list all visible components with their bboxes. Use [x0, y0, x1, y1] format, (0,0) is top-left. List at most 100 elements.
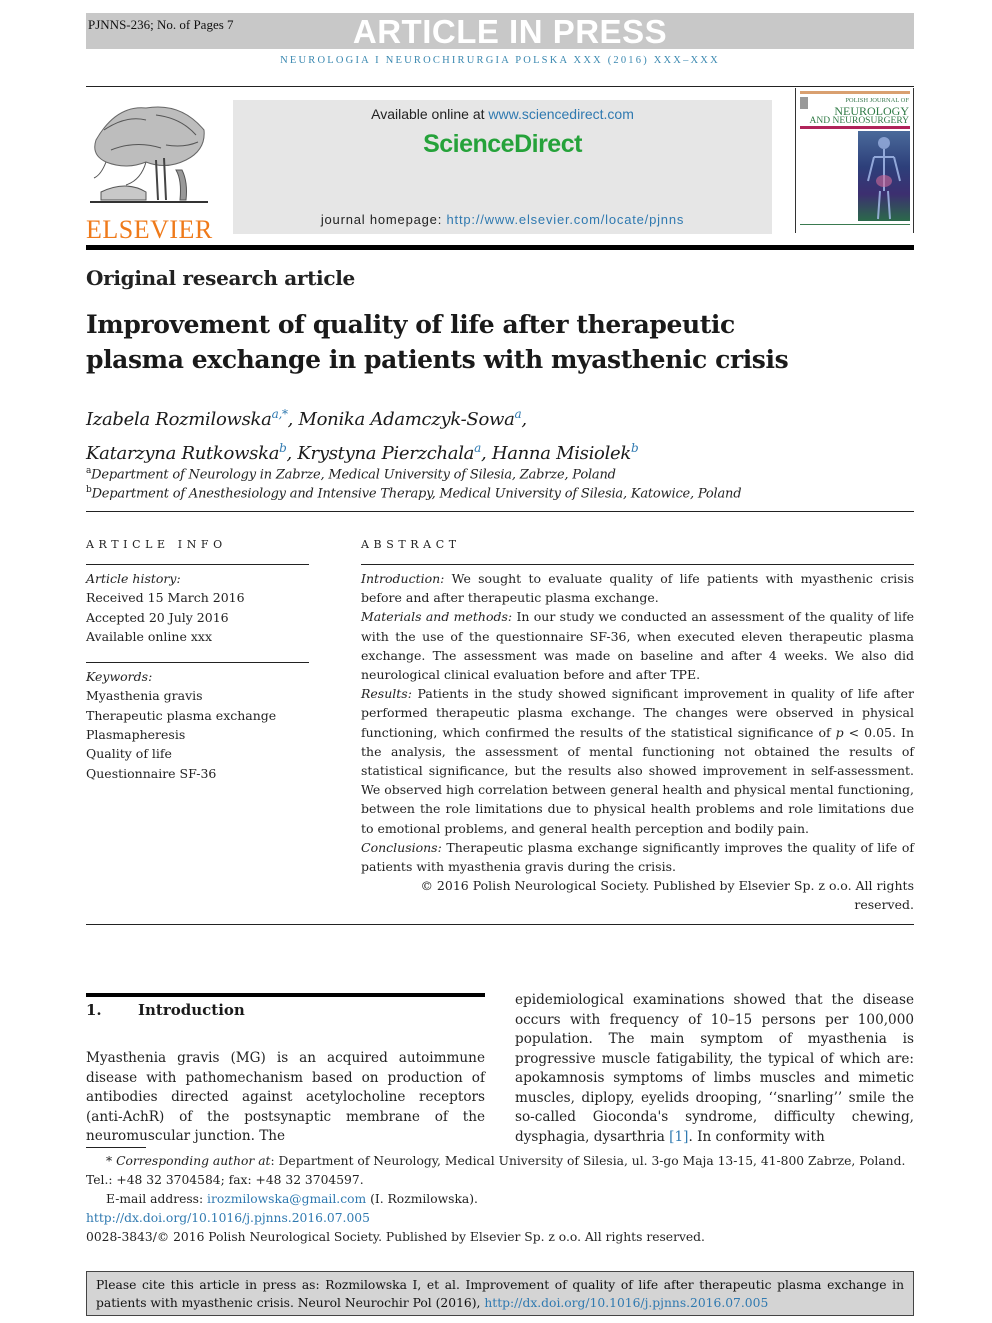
cover-anatomy-illustration — [858, 131, 910, 221]
keywords-divider — [86, 662, 309, 664]
author-separator: , — [287, 409, 299, 430]
contact-phone-fax: Tel.: +48 32 3704584; fax: +48 32 370459… — [86, 1173, 364, 1187]
author-name: Monika Adamczyk-Sowa — [298, 409, 515, 430]
header-top-divider — [86, 86, 914, 87]
abstract-label: Materials and methods: — [361, 609, 513, 625]
cover-top-strip — [800, 91, 910, 94]
header-bottom-divider — [86, 245, 914, 250]
journal-homepage-label: journal homepage: — [320, 212, 447, 227]
elsevier-tree-icon — [90, 106, 208, 203]
abstract-text: < 0.05. In the analysis, the assessment … — [361, 724, 915, 836]
doi-link[interactable]: http://dx.doi.org/10.1016/j.pjnns.2016.0… — [86, 1211, 370, 1225]
author-affiliation-marker[interactable]: a,* — [272, 407, 288, 421]
email-label: E-mail address: — [106, 1192, 208, 1206]
author-separator: , — [286, 443, 298, 464]
article-title: Improvement of quality of life after the… — [86, 307, 846, 377]
article-info-divider — [86, 564, 309, 565]
cover-bottom-line — [800, 224, 910, 225]
abstract-conclusions: Conclusions: Therapeutic plasma exchange… — [361, 838, 914, 876]
available-online-line: Available online at www.sciencedirect.co… — [233, 106, 772, 122]
abstract-heading: ABSTRACT — [361, 538, 461, 551]
abstract-label: Results: — [361, 686, 412, 702]
affiliations-divider — [86, 511, 914, 512]
abstract-introduction: Introduction: We sought to evaluate qual… — [361, 569, 914, 607]
email-line: E-mail address: irozmilowska@gmail.com (… — [86, 1190, 916, 1209]
cover-title-line2: NEUROLOGY — [834, 104, 909, 118]
journal-homepage-line: journal homepage: http://www.elsevier.co… — [233, 212, 772, 227]
affiliation-text: Department of Neurology in Zabrze, Medic… — [91, 467, 616, 483]
author-separator: , — [480, 443, 492, 464]
abstract-panel: ABSTRACT Introduction: We sought to eval… — [361, 538, 914, 915]
keywords-list: Keywords: Myasthenia gravis Therapeutic … — [86, 667, 309, 783]
cover-elsevier-mark — [800, 97, 808, 109]
section-number: 1. — [86, 1001, 102, 1019]
author-affiliation-marker[interactable]: b — [631, 441, 639, 455]
article-title-line1: Improvement of quality of life after the… — [86, 310, 735, 339]
abstract-copyright: © 2016 Polish Neurological Society. Publ… — [420, 878, 914, 913]
author-name: Izabela Rozmilowska — [86, 409, 272, 430]
affiliation-a: aDepartment of Neurology in Zabrze, Medi… — [86, 466, 616, 482]
keyword-item: Questionnaire SF-36 — [86, 765, 217, 781]
available-online-label: Available online at — [371, 106, 489, 122]
author-separator: , — [521, 409, 527, 430]
elsevier-logo: ELSEVIER — [86, 100, 212, 243]
human-nervous-system-icon — [867, 137, 901, 220]
abstract-results: Results: Patients in the study showed si… — [361, 684, 914, 838]
history-available: Available online xxx — [86, 628, 212, 644]
journal-running-header: NEUROLOGIA I NEUROCHIRURGIA POLSKA XXX (… — [280, 55, 720, 66]
reference-link[interactable]: [1] — [669, 1129, 688, 1145]
body-column-right: epidemiological examinations showed that… — [515, 991, 914, 1147]
journal-cover-image: POLISH JOURNAL OF NEUROLOGY AND NEUROSUR… — [795, 88, 914, 233]
article-history-label: Article history: — [86, 571, 181, 586]
article-in-press-label: ARTICLE IN PRESS — [352, 13, 668, 50]
author-affiliation-marker[interactable]: a — [474, 441, 481, 455]
footnotes: * Corresponding author at: Department of… — [86, 1152, 916, 1247]
body-column-left: Myasthenia gravis (MG) is an acquired au… — [86, 1050, 485, 1144]
corresponding-author-note: * Corresponding author at: Department of… — [86, 1152, 916, 1171]
article-info-panel: ARTICLE INFO Article history: Received 1… — [86, 538, 309, 783]
affiliation-text: Department of Anesthesiology and Intensi… — [91, 486, 742, 502]
article-history: Article history: Received 15 March 2016 … — [86, 569, 309, 646]
doi-line: http://dx.doi.org/10.1016/j.pjnns.2016.0… — [86, 1209, 916, 1228]
corresponding-author-address: : Department of Neurology, Medical Unive… — [270, 1154, 906, 1168]
keywords-label: Keywords: — [86, 669, 153, 685]
abstract-divider — [361, 564, 914, 565]
sciencedirect-link[interactable]: www.sciencedirect.com — [488, 106, 634, 122]
email-link[interactable]: irozmilowska@gmail.com — [207, 1192, 366, 1206]
abstract-text: We sought to evaluate quality of life pa… — [361, 571, 914, 606]
keyword-item: Therapeutic plasma exchange — [86, 707, 277, 723]
corresponding-author-label: Corresponding author at — [116, 1154, 271, 1168]
author-name: Krystyna Pierzchala — [297, 443, 475, 464]
article-type: Original research article — [86, 266, 355, 290]
author-line2: Katarzyna Rutkowskab, Krystyna Pierzchal… — [86, 434, 886, 468]
issn-copyright-line: 0028-3843/© 2016 Polish Neurological Soc… — [86, 1230, 705, 1244]
author-line1: Izabela Rozmilowskaa,*, Monika Adamczyk-… — [86, 400, 886, 434]
article-title-line2: plasma exchange in patients with myasthe… — [86, 345, 789, 374]
history-received: Received 15 March 2016 — [86, 590, 245, 606]
section-title: Introduction — [138, 1001, 245, 1019]
affiliation-b: bDepartment of Anesthesiology and Intens… — [86, 485, 742, 502]
cover-accent-bar — [800, 126, 910, 129]
abstract-text: Patients in the study showed significant… — [361, 686, 914, 740]
section-heading: 1. Introduction — [86, 1001, 245, 1019]
history-accepted: Accepted 20 July 2016 — [86, 609, 229, 625]
abstract-label: Introduction: — [361, 571, 445, 586]
citation-doi-link[interactable]: http://dx.doi.org/10.1016/j.pjnns.2016.0… — [484, 1296, 768, 1310]
body-text: . In conformity with — [688, 1128, 825, 1145]
author-name: Katarzyna Rutkowska — [86, 443, 280, 464]
manuscript-reference: PJNNS-236; No. of Pages 7 — [88, 17, 234, 32]
keyword-item: Myasthenia gravis — [86, 688, 203, 704]
journal-homepage-link[interactable]: http://www.elsevier.com/locate/pjnns — [447, 212, 685, 227]
email-owner: (I. Rozmilowska). — [366, 1192, 478, 1206]
body-text: epidemiological examinations showed that… — [515, 992, 914, 1145]
citation-box: Please cite this article in press as: Ro… — [86, 1271, 914, 1316]
elsevier-wordmark: ELSEVIER — [86, 215, 213, 244]
footnote-divider — [86, 1147, 146, 1148]
abstract-methods: Materials and methods: In our study we c… — [361, 607, 914, 684]
section-rule — [86, 993, 485, 997]
author-affiliation-marker[interactable]: b — [279, 441, 287, 455]
abstract-label: Conclusions: — [361, 839, 442, 855]
sciencedirect-brand: ScienceDirect — [423, 130, 582, 158]
asterisk-marker: * — [106, 1154, 117, 1168]
p-value-symbol: p — [835, 724, 844, 740]
